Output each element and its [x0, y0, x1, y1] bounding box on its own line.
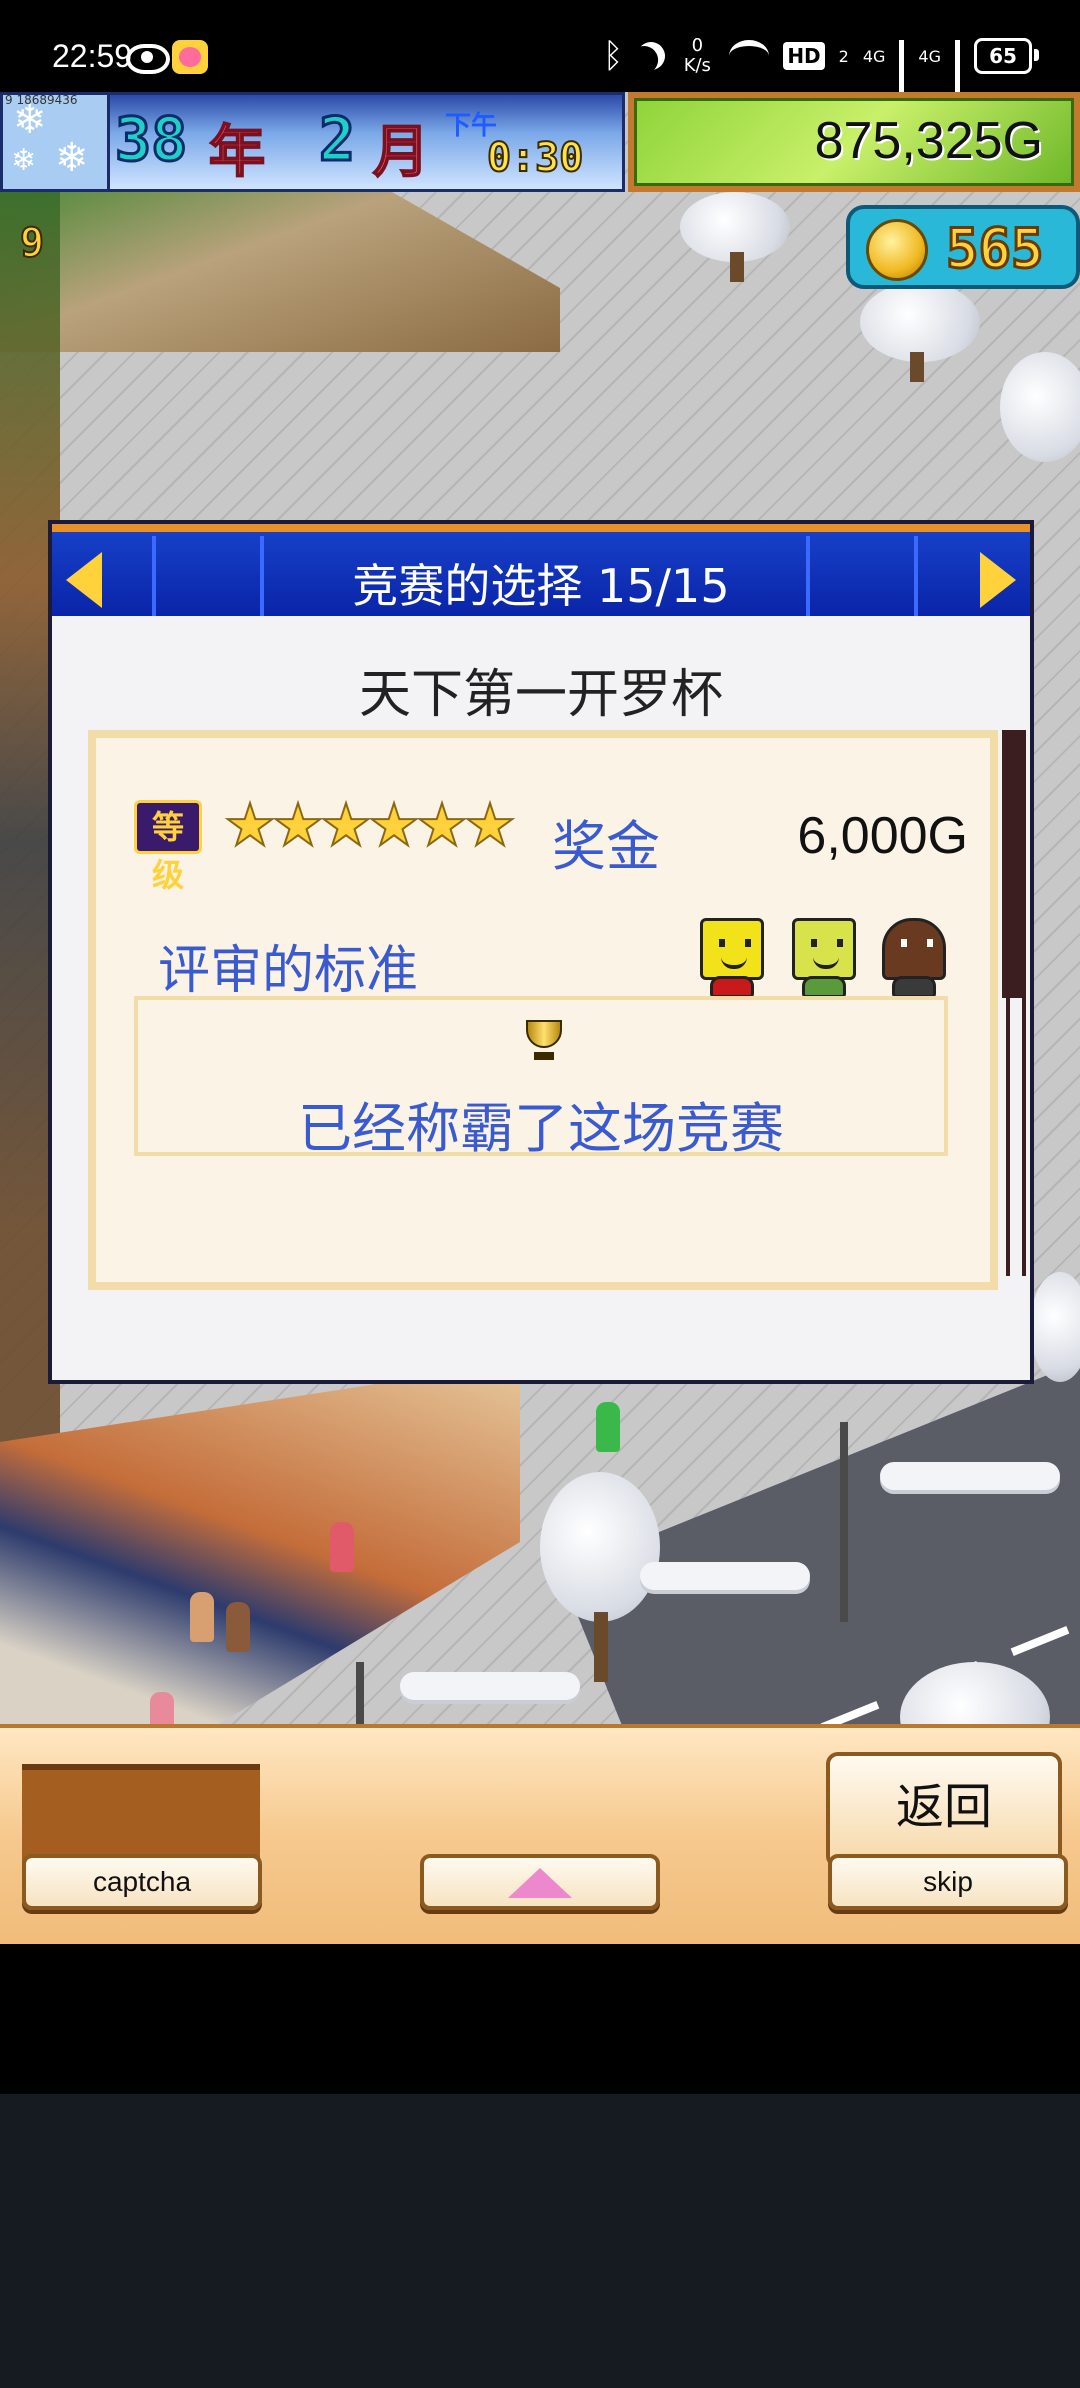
star-icon: ★ — [271, 791, 325, 859]
dialog-title: 竞赛的选择 15/15 — [352, 559, 730, 613]
sim2-network-label: 4G — [918, 46, 941, 66]
status-bar: 22:59 ᛒ 0 K/s HD 2 4G 4G 65 — [0, 0, 1080, 110]
bottom-control-panel: captcha 返回 skip — [0, 1724, 1080, 1944]
back-button[interactable]: 返回 — [826, 1752, 1062, 1868]
scroll-up-button[interactable] — [420, 1854, 660, 1910]
skip-button[interactable]: skip — [828, 1854, 1068, 1910]
criteria-label: 评审的标准 — [158, 941, 419, 1001]
star-icon: ★ — [415, 791, 469, 859]
star-icon: ★ — [223, 791, 277, 859]
customer-character[interactable] — [596, 1402, 620, 1452]
rank-badge: 等级 — [134, 800, 202, 894]
judge-yellow-icon — [700, 918, 764, 998]
date-panel: ❄ ❄ ❄ 9 18689436 38 年 2 月 下午 0:30 — [0, 92, 625, 192]
snow-bush — [400, 1672, 580, 1700]
tree-trunk — [594, 1612, 608, 1682]
judge-green-icon — [792, 918, 856, 998]
money-panel: 875,325G — [628, 92, 1080, 192]
sim2-signal-icon — [955, 40, 960, 110]
coin-count: 565 — [945, 216, 1046, 282]
debug-id-label: 9 18689436 — [5, 93, 78, 107]
network-speed: 0 K/s — [683, 35, 711, 76]
year-unit: 年 — [208, 119, 266, 186]
next-arrow-icon[interactable] — [980, 552, 1016, 608]
do-not-disturb-moon-icon — [632, 37, 670, 75]
status-time: 22:59 — [52, 38, 133, 74]
year-number: 38 — [113, 104, 188, 177]
store-level-label: 9 — [19, 219, 45, 267]
snow-tree — [1000, 352, 1080, 462]
contest-result-box: 已经称霸了这场竞赛 — [134, 996, 948, 1160]
contest-detail-card[interactable]: 等级 ★ ★ ★ ★ ★ ★ 奖金 6,000G 评审的标准 已经称霸了这场竞赛 — [88, 730, 998, 1290]
star-icon: ★ — [463, 791, 517, 859]
trophy-icon — [520, 1020, 568, 1060]
gold-coin-icon — [866, 219, 928, 281]
prize-value: 6,000G — [797, 807, 968, 865]
captcha-button[interactable]: captcha — [22, 1854, 262, 1910]
sim1-network-label: 4G — [862, 46, 886, 66]
month-unit: 月 — [372, 119, 430, 186]
tree-trunk — [910, 352, 924, 382]
tree-trunk — [730, 252, 744, 282]
eye-icon — [126, 44, 170, 74]
sim1-signal-icon — [899, 40, 905, 110]
coin-counter[interactable]: 565 — [846, 205, 1080, 289]
snow-bush — [640, 1562, 810, 1590]
contest-selection-dialog: 竞赛的选择 15/15 天下第一开罗杯 等级 ★ ★ ★ ★ ★ ★ 奖金 6,000G … — [48, 520, 1034, 1384]
contest-result-text: 已经称霸了这场竞赛 — [298, 1097, 784, 1160]
snow-bush — [880, 1462, 1060, 1490]
judge-girl-icon — [882, 918, 946, 998]
navigation-area — [0, 2094, 1080, 2388]
app-notification-icon — [172, 40, 208, 74]
snow-tree — [860, 282, 980, 362]
dialog-titlebar: 竞赛的选择 15/15 — [52, 524, 1030, 616]
star-icon: ★ — [319, 791, 373, 859]
winter-season-icon: ❄ ❄ ❄ — [3, 95, 110, 189]
street-lamp — [840, 1422, 848, 1622]
empty-black-area — [0, 1944, 1080, 2094]
rank-stars: ★ ★ ★ ★ ★ ★ — [223, 791, 517, 859]
hd-sub-label: 2 — [838, 46, 849, 66]
wifi-icon — [729, 40, 770, 72]
snow-tree — [540, 1472, 660, 1622]
customer-character[interactable] — [226, 1602, 250, 1652]
money-amount: 875,325G — [814, 112, 1043, 170]
prize-label: 奖金 — [552, 815, 660, 878]
month-number: 2 — [317, 104, 356, 177]
bluetooth-icon: ᛒ — [602, 36, 624, 76]
pink-up-triangle-icon — [508, 1868, 572, 1898]
scrollbar-thumb[interactable] — [1002, 730, 1026, 998]
hd-voice-icon: HD — [783, 42, 825, 70]
battery-icon: 65 — [974, 38, 1039, 74]
customer-character[interactable] — [190, 1592, 214, 1642]
contest-name: 天下第一开罗杯 — [358, 665, 723, 725]
customer-character[interactable] — [330, 1522, 354, 1572]
star-icon: ★ — [367, 791, 421, 859]
game-clock: 0:30 — [486, 134, 584, 182]
